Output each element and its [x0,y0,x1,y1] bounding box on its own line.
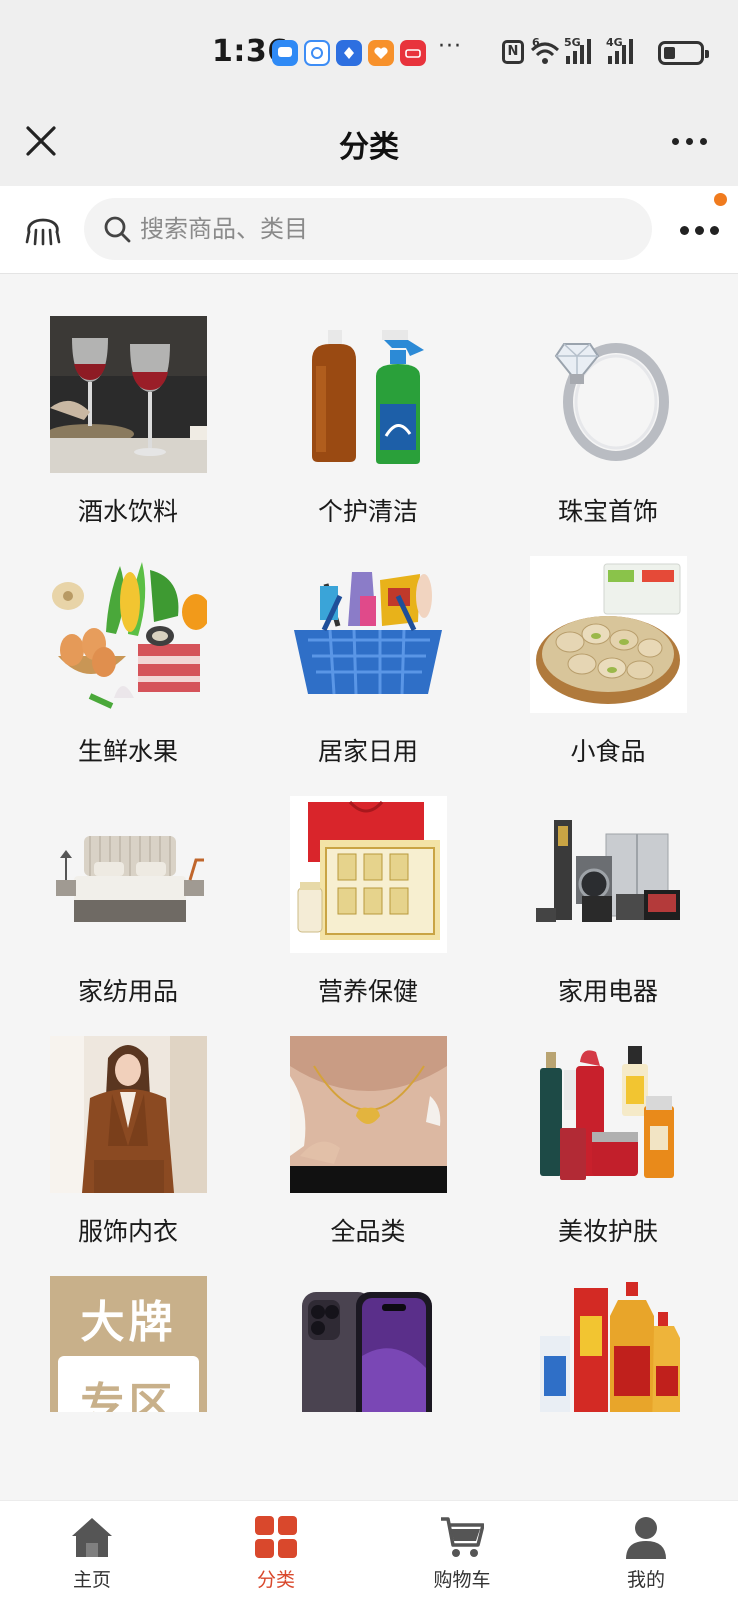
category-nutrition[interactable]: 营养保健 [268,796,468,1036]
category-grid-icon [255,1516,297,1558]
category-label: 家用电器 [557,977,658,1006]
page-title: 分类 [339,130,399,165]
customer-service-button[interactable] [20,208,66,252]
category-appliances[interactable]: 家用电器 [508,796,708,1036]
category-grid: 酒水饮料 个护清洁 珠宝首饰 生鲜水果 居家日用 小食品 家纺用品 营养保健 家… [0,274,738,1412]
category-label: 酒水饮料 [77,497,178,526]
status-bar: 1:36 ··· N 6 5G 4G [0,0,738,100]
signal-5g-icon [566,38,591,64]
category-personal-care[interactable]: 个护清洁 [268,316,468,556]
heart-app-icon [368,40,394,66]
category-phones[interactable] [268,1276,468,1412]
brand-zone-subtitle: 专区 [80,1379,177,1412]
home-icon [72,1518,112,1557]
category-drinks[interactable]: 酒水饮料 [28,316,228,556]
home-textiles-image [50,796,207,953]
brand-zone-image: 大牌 专区 [50,1276,207,1412]
tab-label: 主页 [72,1569,111,1591]
fresh-image [50,556,207,713]
jewelry-image [530,316,687,473]
category-label: 生鲜水果 [77,737,178,766]
drinks-image [50,316,207,473]
household-image [290,556,447,713]
tab-category[interactable]: 分类 [216,1507,336,1597]
category-apparel[interactable]: 服饰内衣 [28,1036,228,1276]
category-label: 居家日用 [317,737,418,766]
customer-service-icon [25,218,61,246]
battery-icon [658,41,709,65]
more-options-button[interactable] [664,118,714,164]
apparel-image [50,1036,207,1193]
tab-label: 购物车 [433,1569,491,1591]
category-label: 珠宝首饰 [557,497,658,526]
nfc-icon: N [502,40,524,64]
chat-bubble-app-icon [304,40,330,66]
category-label: 营养保健 [317,977,418,1006]
browser-app-icon [336,40,362,66]
message-app-icon [272,40,298,66]
category-label: 美妆护肤 [557,1217,658,1246]
category-fresh[interactable]: 生鲜水果 [28,556,228,796]
tab-home[interactable]: 主页 [32,1507,152,1597]
tab-label: 分类 [256,1569,295,1591]
tab-me[interactable]: 我的 [586,1507,706,1597]
shop-app-icon [400,40,426,66]
category-household[interactable]: 居家日用 [268,556,468,796]
category-grain-oil[interactable] [508,1276,708,1412]
all-categories-image [290,1036,447,1193]
notification-dot [714,193,727,206]
user-icon [626,1517,666,1559]
personal-care-image [290,316,447,473]
menu-dots-icon [679,225,689,235]
nav-header: 分类 [0,100,738,186]
beauty-image [530,1036,687,1193]
category-label: 家纺用品 [77,977,178,1006]
search-bar[interactable] [84,198,652,260]
signal-4g-icon [608,38,633,64]
cart-icon [441,1517,484,1557]
snacks-image [530,556,687,713]
tab-label: 我的 [626,1569,665,1591]
phones-image [290,1276,447,1412]
category-label: 个护清洁 [317,497,418,526]
brand-zone-title: 大牌 [80,1297,177,1348]
category-label: 全品类 [330,1217,406,1246]
category-home-textiles[interactable]: 家纺用品 [28,796,228,1036]
search-row [0,186,738,274]
grain-oil-image [530,1276,687,1412]
more-dots-icon [671,137,679,145]
category-page: 1:36 ··· N 6 5G 4G 分类 搜索商品、类目 酒水饮料 个护清洁 … [0,0,738,1600]
search-icon [104,216,131,243]
category-snacks[interactable]: 小食品 [508,556,708,796]
category-jewelry[interactable]: 珠宝首饰 [508,316,708,556]
category-brand-zone[interactable]: 大牌 专区 [28,1276,228,1412]
category-label: 小食品 [570,737,646,766]
wifi-icon [530,42,560,64]
category-beauty[interactable]: 美妆护肤 [508,1036,708,1276]
category-all[interactable]: 全品类 [268,1036,468,1276]
nutrition-image [290,796,447,953]
overflow-menu-button[interactable] [672,208,726,252]
notification-more-icon: ··· [438,34,462,59]
appliances-image [530,796,687,953]
tab-cart[interactable]: 购物车 [402,1507,522,1597]
search-input[interactable] [140,198,630,260]
bottom-tab-bar: 主页 分类 购物车 我的 [0,1500,738,1600]
category-label: 服饰内衣 [77,1217,178,1246]
